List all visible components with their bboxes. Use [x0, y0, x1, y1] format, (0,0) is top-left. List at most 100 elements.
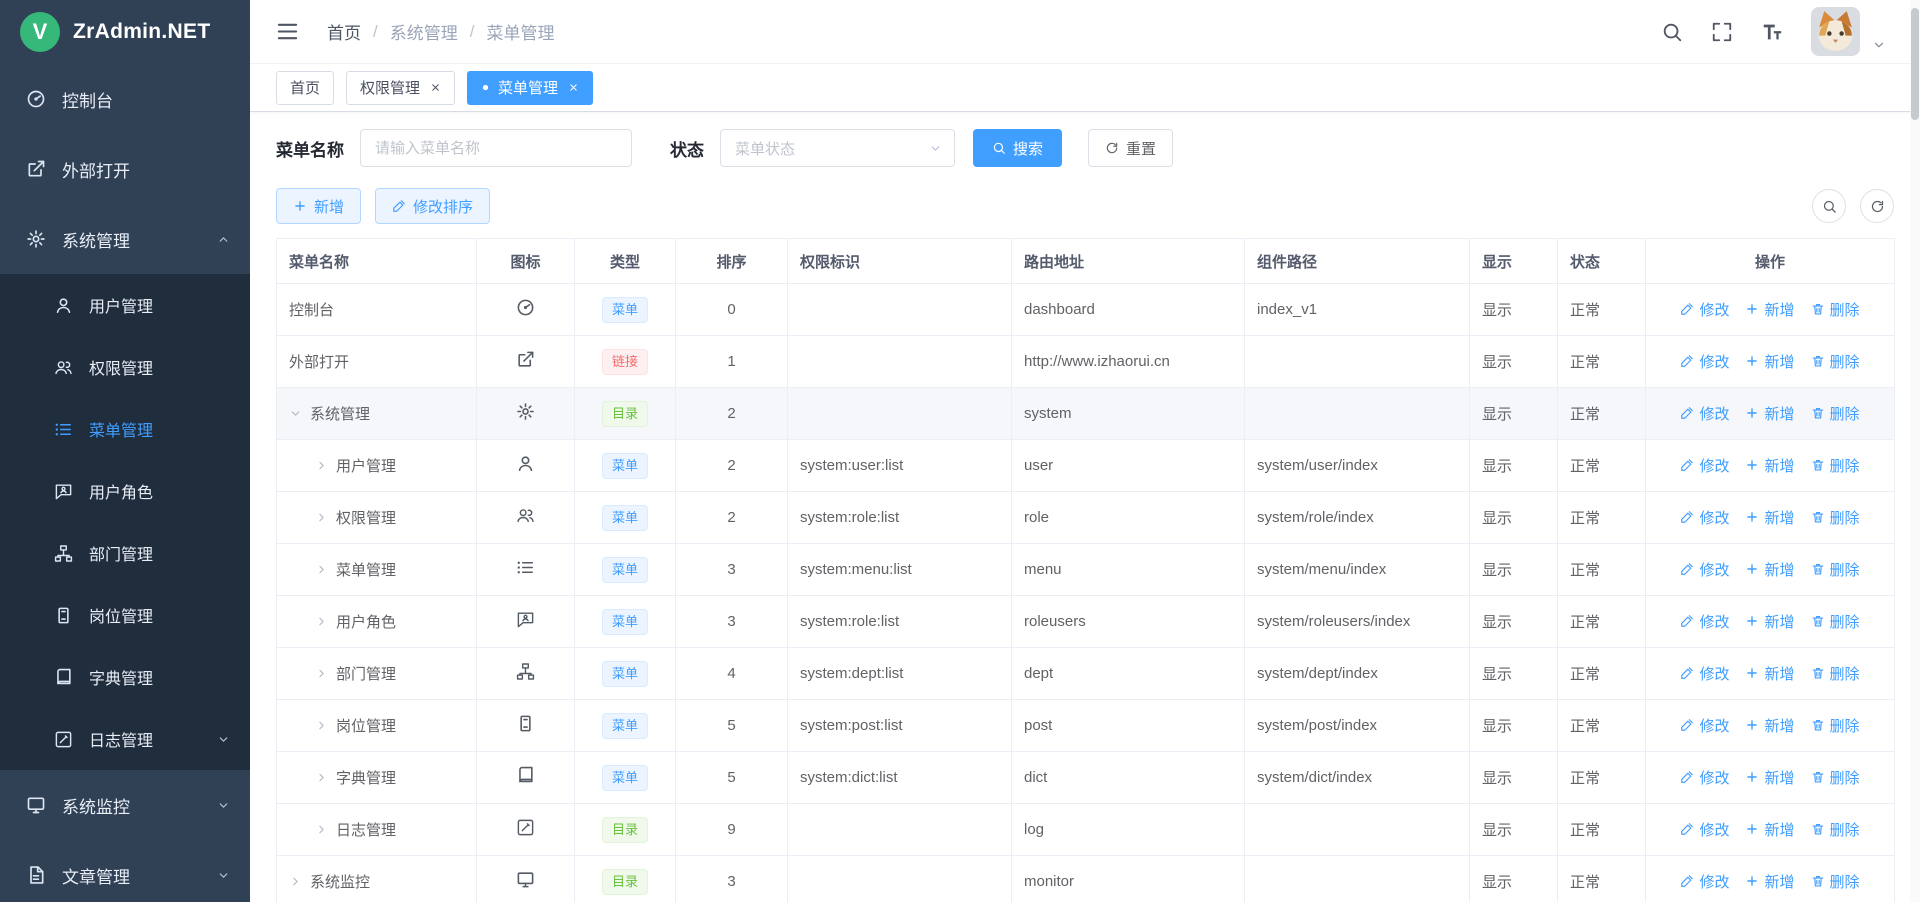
- chevDown-icon[interactable]: [289, 407, 302, 420]
- delete-link[interactable]: 删除: [1811, 715, 1860, 736]
- icon-cell: [477, 544, 575, 596]
- delete-link[interactable]: 删除: [1811, 507, 1860, 528]
- sidebar-item-system[interactable]: 系统管理: [0, 204, 250, 274]
- edit-sort-button[interactable]: 修改排序: [375, 188, 490, 224]
- caretRight-icon[interactable]: [315, 615, 328, 628]
- sidebar-item-post[interactable]: 岗位管理: [0, 584, 250, 646]
- toggle-search-button[interactable]: [1812, 189, 1846, 223]
- sidebar-item-dashboard[interactable]: 控制台: [0, 64, 250, 134]
- avatar[interactable]: [1811, 7, 1860, 56]
- delete-link[interactable]: 删除: [1811, 403, 1860, 424]
- edit-link[interactable]: 修改: [1680, 507, 1729, 528]
- caretRight-icon[interactable]: [315, 667, 328, 680]
- add-button[interactable]: 新增: [276, 188, 361, 224]
- font-size-icon[interactable]: [1761, 21, 1783, 43]
- add-link[interactable]: 新增: [1745, 767, 1794, 788]
- edit-link[interactable]: 修改: [1680, 351, 1729, 372]
- sidebar-item-monitor[interactable]: 系统监控: [0, 770, 250, 840]
- fullscreen-icon[interactable]: [1711, 21, 1733, 43]
- edit-link[interactable]: 修改: [1680, 715, 1729, 736]
- user-menu-caret-icon[interactable]: [1872, 38, 1886, 52]
- delete-link[interactable]: 删除: [1811, 351, 1860, 372]
- sidebar-item-roleusers[interactable]: 用户角色: [0, 460, 250, 522]
- edit-link[interactable]: 修改: [1680, 819, 1729, 840]
- type-tag: 目录: [602, 817, 648, 843]
- add-link[interactable]: 新增: [1745, 559, 1794, 580]
- sidebar-item-dept[interactable]: 部门管理: [0, 522, 250, 584]
- editsq-icon: [516, 818, 535, 837]
- add-link[interactable]: 新增: [1745, 507, 1794, 528]
- actions-cell: 修改新增删除: [1646, 284, 1895, 336]
- chevDown-icon: [217, 869, 230, 882]
- add-link[interactable]: 新增: [1745, 819, 1794, 840]
- close-icon[interactable]: [430, 82, 441, 93]
- sidebar-item-role[interactable]: 权限管理: [0, 336, 250, 398]
- tab-role[interactable]: 权限管理: [346, 71, 455, 105]
- caretRight-icon[interactable]: [315, 563, 328, 576]
- edit-link[interactable]: 修改: [1680, 403, 1729, 424]
- add-link[interactable]: 新增: [1745, 663, 1794, 684]
- delete-link[interactable]: 删除: [1811, 299, 1860, 320]
- delete-link[interactable]: 删除: [1811, 767, 1860, 788]
- status-select[interactable]: 菜单状态: [720, 129, 955, 167]
- breadcrumb-home[interactable]: 首页: [327, 19, 361, 44]
- sidebar-item-menu[interactable]: 菜单管理: [0, 398, 250, 460]
- delete-link[interactable]: 删除: [1811, 611, 1860, 632]
- search-button[interactable]: 搜索: [973, 129, 1062, 167]
- hamburger-icon[interactable]: [276, 20, 299, 43]
- app-logo[interactable]: V ZrAdmin.NET: [0, 0, 250, 64]
- reset-button[interactable]: 重置: [1088, 129, 1173, 167]
- caretRight-icon[interactable]: [315, 823, 328, 836]
- tab-home[interactable]: 首页: [276, 71, 334, 105]
- delete-link[interactable]: 删除: [1811, 819, 1860, 840]
- search-icon[interactable]: [1661, 21, 1683, 43]
- caretRight-icon[interactable]: [315, 511, 328, 524]
- edit-link[interactable]: 修改: [1680, 663, 1729, 684]
- edit-link[interactable]: 修改: [1680, 871, 1729, 892]
- sidebar-item-dict[interactable]: 字典管理: [0, 646, 250, 708]
- caretRight-icon[interactable]: [315, 719, 328, 732]
- trash-icon: [1811, 874, 1825, 888]
- add-link[interactable]: 新增: [1745, 715, 1794, 736]
- add-link[interactable]: 新增: [1745, 299, 1794, 320]
- tab-menu[interactable]: 菜单管理: [467, 71, 593, 105]
- add-link[interactable]: 新增: [1745, 403, 1794, 424]
- add-link[interactable]: 新增: [1745, 455, 1794, 476]
- trash-icon: [1811, 562, 1825, 576]
- refresh-table-button[interactable]: [1860, 189, 1894, 223]
- sidebar-item-external-link[interactable]: 外部打开: [0, 134, 250, 204]
- add-link[interactable]: 新增: [1745, 611, 1794, 632]
- page-scrollbar[interactable]: [1910, 0, 1920, 902]
- sidebar-item-user[interactable]: 用户管理: [0, 274, 250, 336]
- table-toolbar: 新增 修改排序: [276, 188, 1894, 224]
- type-cell: 菜单: [575, 596, 676, 648]
- delete-link[interactable]: 删除: [1811, 559, 1860, 580]
- perm-cell: system:post:list: [788, 700, 1012, 752]
- add-link[interactable]: 新增: [1745, 871, 1794, 892]
- menu-name-input[interactable]: [360, 129, 632, 167]
- perm-cell: system:role:list: [788, 596, 1012, 648]
- sidebar-item-label: 文章管理: [62, 863, 130, 888]
- sidebar-item-article[interactable]: 文章管理: [0, 840, 250, 902]
- perm-cell: [788, 804, 1012, 856]
- caretRight-icon[interactable]: [289, 875, 302, 888]
- caretRight-icon[interactable]: [315, 459, 328, 472]
- edit-link[interactable]: 修改: [1680, 611, 1729, 632]
- edit-link[interactable]: 修改: [1680, 455, 1729, 476]
- delete-link[interactable]: 删除: [1811, 663, 1860, 684]
- delete-link[interactable]: 删除: [1811, 871, 1860, 892]
- scrollbar-thumb[interactable]: [1911, 8, 1919, 120]
- plus-icon: [1745, 354, 1759, 368]
- edit-link[interactable]: 修改: [1680, 559, 1729, 580]
- edit-link[interactable]: 修改: [1680, 767, 1729, 788]
- caretRight-icon[interactable]: [315, 771, 328, 784]
- close-icon[interactable]: [568, 82, 579, 93]
- add-link[interactable]: 新增: [1745, 351, 1794, 372]
- add-link-label: 新增: [1764, 455, 1794, 476]
- delete-link[interactable]: 删除: [1811, 455, 1860, 476]
- sitemap-icon: [516, 662, 535, 681]
- add-link-label: 新增: [1764, 559, 1794, 580]
- breadcrumb-system[interactable]: 系统管理: [390, 19, 458, 44]
- edit-link[interactable]: 修改: [1680, 299, 1729, 320]
- sidebar-item-log[interactable]: 日志管理: [0, 708, 250, 770]
